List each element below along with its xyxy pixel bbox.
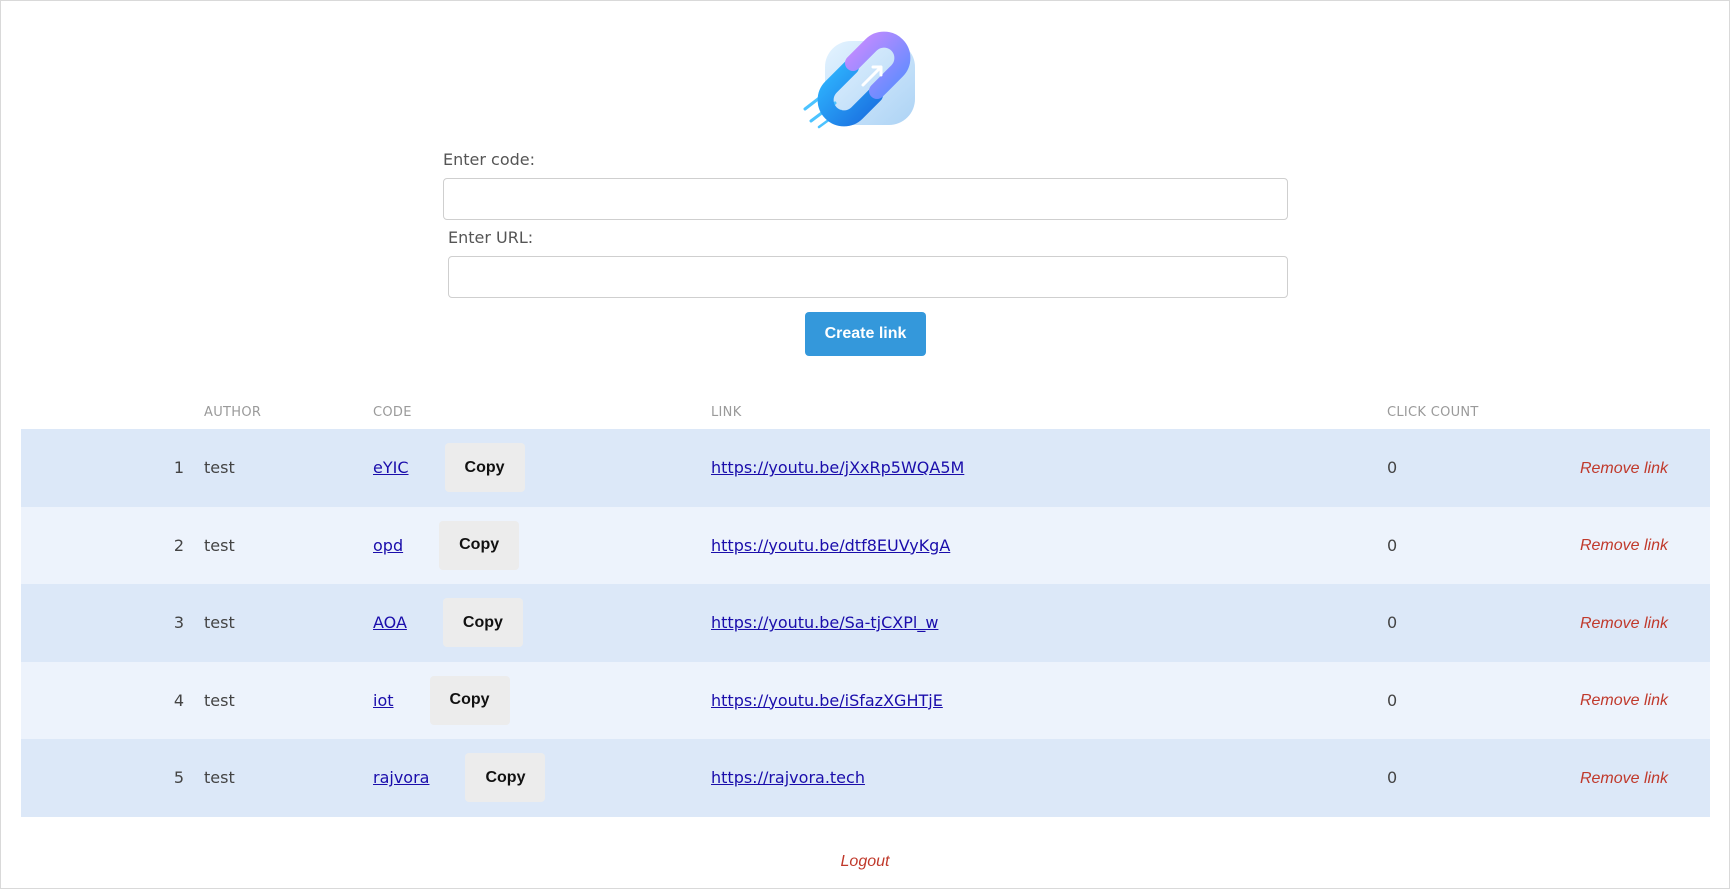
row-code-cell: rajvora Copy (373, 739, 711, 817)
row-author: test (204, 768, 235, 788)
url-label: Enter URL: (448, 228, 534, 247)
table-row: 2 test opd Copy https://youtu.be/dtf8EUVy… (21, 506, 1710, 585)
row-remove-cell: Remove link (1567, 739, 1710, 817)
row-code-cell: opd Copy (373, 507, 711, 585)
header-index (21, 396, 204, 429)
code-link[interactable]: rajvora (373, 768, 429, 787)
page-frame: Enter code: Enter URL: Create link AUTHO… (0, 0, 1730, 889)
row-link-cell: https://youtu.be/Sa-tjCXPl_w (711, 584, 1387, 662)
url-input[interactable] (448, 256, 1288, 298)
header-link: LINK (711, 405, 742, 420)
code-label: Enter code: (443, 150, 536, 169)
row-code-cell: iot Copy (373, 662, 711, 740)
chain-link-logo-icon (803, 31, 915, 129)
row-author: test (204, 690, 235, 710)
remove-link-button[interactable]: Remove link (1580, 692, 1710, 709)
row-link-cell: https://youtu.be/jXxRp5WQA5M (711, 429, 1387, 507)
table-row: 5 test rajvora Copy https://rajvora.tech … (21, 739, 1710, 817)
links-table: AUTHOR CODE LINK CLICK COUNT 1 test eYIC… (21, 396, 1710, 817)
row-code-cell: eYIC Copy (373, 429, 711, 507)
remove-link-button[interactable]: Remove link (1580, 460, 1710, 477)
copy-button[interactable]: Copy (442, 598, 523, 648)
row-click-count: 0 (1387, 613, 1398, 633)
table-row: 1 test eYIC Copy https://youtu.be/jXxRp5W… (21, 429, 1710, 507)
row-index: 3 (173, 613, 184, 633)
remove-link-button[interactable]: Remove link (1580, 615, 1710, 632)
row-click-count: 0 (1387, 458, 1398, 478)
code-link[interactable]: eYIC (373, 458, 409, 477)
row-link-cell: https://youtu.be/iSfazXGHTjE (711, 662, 1387, 740)
url-link[interactable]: https://youtu.be/dtf8EUVyKgA (711, 536, 950, 555)
row-link-cell: https://rajvora.tech (711, 739, 1387, 817)
row-code-cell: AOA Copy (373, 584, 711, 662)
logout-link[interactable]: Logout (1, 853, 1729, 871)
table-row: 3 test AOA Copy https://youtu.be/Sa-tjCXP… (21, 584, 1710, 662)
url-link[interactable]: https://youtu.be/Sa-tjCXPl_w (711, 613, 938, 632)
code-link[interactable]: AOA (373, 613, 407, 632)
row-click-count: 0 (1387, 535, 1398, 555)
header-click-count: CLICK COUNT (1387, 405, 1479, 420)
code-input[interactable] (443, 178, 1288, 220)
row-remove-cell: Remove link (1567, 584, 1710, 662)
code-link[interactable]: opd (373, 536, 403, 555)
row-index: 1 (173, 458, 184, 478)
copy-button[interactable]: Copy (465, 753, 546, 803)
header-actions (1567, 396, 1710, 429)
header-author: AUTHOR (204, 405, 262, 420)
copy-button[interactable]: Copy (429, 675, 510, 725)
create-link-button[interactable]: Create link (805, 312, 926, 356)
url-link[interactable]: https://youtu.be/iSfazXGHTjE (711, 691, 943, 710)
row-remove-cell: Remove link (1567, 662, 1710, 740)
copy-button[interactable]: Copy (444, 443, 525, 493)
copy-button[interactable]: Copy (439, 520, 520, 570)
url-link[interactable]: https://youtu.be/jXxRp5WQA5M (711, 458, 964, 477)
table-row: 4 test iot Copy https://youtu.be/iSfazXGH… (21, 661, 1710, 740)
row-author: test (204, 613, 235, 633)
row-remove-cell: Remove link (1567, 429, 1710, 507)
url-link[interactable]: https://rajvora.tech (711, 768, 865, 787)
row-index: 2 (173, 535, 184, 555)
table-header-row: AUTHOR CODE LINK CLICK COUNT (21, 396, 1710, 429)
row-author: test (204, 458, 235, 478)
row-index: 5 (173, 768, 184, 788)
row-click-count: 0 (1387, 690, 1398, 710)
remove-link-button[interactable]: Remove link (1580, 770, 1710, 787)
row-remove-cell: Remove link (1567, 507, 1710, 585)
row-author: test (204, 535, 235, 555)
code-link[interactable]: iot (373, 691, 394, 710)
remove-link-button[interactable]: Remove link (1580, 537, 1710, 554)
row-link-cell: https://youtu.be/dtf8EUVyKgA (711, 507, 1387, 585)
row-click-count: 0 (1387, 768, 1398, 788)
header-code: CODE (373, 405, 412, 420)
row-index: 4 (173, 690, 184, 710)
